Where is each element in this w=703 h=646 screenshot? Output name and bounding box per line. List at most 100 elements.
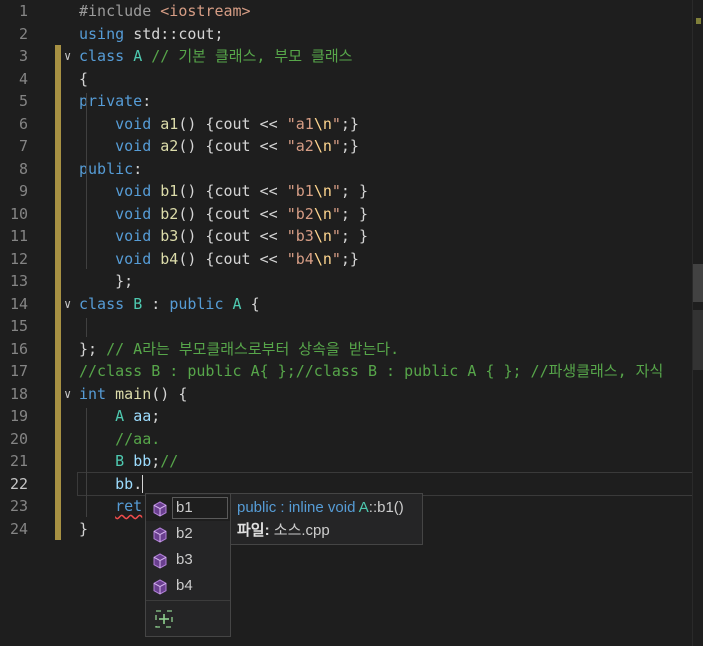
change-indicator	[55, 495, 61, 518]
code-text: {	[79, 68, 88, 91]
change-indicator	[55, 67, 61, 90]
code-line[interactable]: 13 };	[0, 270, 693, 293]
code-line[interactable]: 18 ∨ int main() {	[0, 382, 693, 406]
code-line[interactable]: 7 void a2() {cout << "a2\n";}	[0, 135, 693, 158]
code-line[interactable]: 14 ∨ class B : public A {	[0, 292, 693, 316]
code-token: \n	[313, 182, 332, 200]
code-line[interactable]: 4{	[0, 67, 693, 91]
code-editor[interactable]: 1 #include <iostream> 2 using std::cout; 3 ∨ c…	[0, 0, 703, 646]
code-text: //class B : public A{ };//class B : publ…	[79, 360, 663, 383]
code-line[interactable]: 8 public:	[0, 157, 693, 181]
code-line[interactable]: 19 A aa;	[0, 405, 693, 428]
code-token: \n	[313, 137, 332, 155]
suggest-item-b1[interactable]: b1	[146, 495, 230, 521]
indent-guide	[86, 408, 87, 517]
code-line[interactable]: 17 //class B : public A{ };//class B : pu…	[0, 360, 693, 383]
change-indicator	[55, 360, 61, 383]
line-number: 23	[9, 497, 28, 515]
code-text: void a2() {cout << "a2\n";}	[79, 135, 359, 158]
change-indicator	[55, 270, 61, 293]
suggest-item-b4[interactable]: b4	[146, 573, 230, 599]
code-token: ;}	[340, 114, 359, 133]
code-token: .	[133, 474, 143, 493]
code-line[interactable]: 21 B bb;//	[0, 450, 693, 473]
change-indicator	[55, 292, 61, 315]
line-number: 2	[18, 24, 28, 43]
code-text: void b3() {cout << "b3\n"; }	[79, 225, 368, 248]
code-token: ;}	[340, 137, 359, 155]
change-indicator	[55, 450, 61, 473]
code-line[interactable]: 1 #include <iostream>	[0, 0, 693, 23]
line-number: 1	[18, 2, 28, 20]
code-text: void b2() {cout << "b2\n"; }	[79, 203, 368, 226]
scrollbar-thumb[interactable]	[693, 264, 703, 302]
signature-access: public	[237, 499, 277, 516]
fold-chevron-icon[interactable]: ∨	[64, 293, 76, 316]
code-token: () {cout <<	[178, 227, 287, 245]
code-line[interactable]: 3 ∨ class A // 기본 클래스, 부모 클래스	[0, 45, 693, 68]
code-token: void	[115, 182, 161, 200]
suggest-item-b2[interactable]: b2	[146, 521, 230, 547]
code-line[interactable]: 11 void b3() {cout << "b3\n"; }	[0, 225, 693, 248]
fold-chevron-icon[interactable]: ∨	[64, 45, 76, 68]
code-token: public	[79, 159, 134, 178]
code-line[interactable]: 16}; // A라는 부모클래스로부터 상속을 받는다.	[0, 337, 693, 360]
code-token: };	[79, 339, 107, 358]
code-token: "b3	[286, 227, 314, 245]
code-line[interactable]: 22 bb.	[10, 471, 693, 496]
code-token: ret	[115, 497, 143, 515]
line-number: 19	[9, 407, 28, 425]
code-line[interactable]: 5 private:	[0, 90, 693, 113]
code-line[interactable]: 12 void b4() {cout << "b4\n";}	[0, 247, 693, 270]
code-text: void b1() {cout << "b1\n"; }	[79, 180, 368, 203]
code-line[interactable]: 15	[0, 315, 693, 338]
code-token: ; }	[340, 182, 368, 200]
change-indicator	[55, 180, 61, 203]
code-token: public	[169, 294, 233, 313]
code-token: b4	[160, 249, 179, 268]
suggest-item-b3[interactable]: b3	[146, 547, 230, 573]
method-cube-icon	[152, 526, 168, 543]
code-token: ;	[151, 452, 161, 470]
change-indicator	[55, 337, 61, 360]
line-number: 21	[9, 452, 28, 470]
code-token: {	[241, 294, 260, 313]
intellisense-suggest-list[interactable]: b1 b2 b3 b4	[145, 493, 231, 637]
code-line[interactable]: 10 void b2() {cout << "b2\n"; }	[0, 202, 693, 226]
vertical-scrollbar[interactable]	[692, 0, 703, 646]
line-number: 17	[9, 362, 28, 380]
code-token: class	[79, 294, 134, 313]
code-line[interactable]: 20 //aa.	[0, 427, 693, 450]
line-number: 24	[9, 519, 28, 538]
code-token: B	[115, 452, 134, 470]
code-token: "	[331, 137, 341, 155]
code-token: #include	[79, 2, 161, 20]
code-token: bb	[133, 452, 152, 470]
code-token: {	[79, 69, 89, 88]
line-number: 5	[18, 92, 28, 110]
code-token: "a2	[286, 137, 314, 155]
code-line[interactable]: 2 using std::cout;	[0, 23, 693, 46]
code-token: //	[160, 452, 179, 470]
code-token: //aa.	[115, 429, 161, 448]
add-member-icon[interactable]	[154, 609, 174, 629]
code-token: () {	[151, 384, 188, 403]
code-token: A	[133, 47, 143, 65]
code-line[interactable]: 9 void b1() {cout << "b1\n"; }	[0, 180, 693, 203]
code-line[interactable]: 6 void a1() {cout << "a1\n";}	[0, 112, 693, 136]
line-number: 13	[9, 272, 28, 290]
fold-chevron-icon[interactable]: ∨	[64, 383, 76, 406]
code-text: void a1() {cout << "a1\n";}	[79, 113, 359, 136]
line-number: 22	[9, 474, 28, 493]
method-cube-icon	[152, 500, 168, 517]
code-text: public:	[79, 158, 142, 181]
code-token: void	[115, 204, 161, 223]
method-cube-icon	[152, 578, 168, 595]
change-indicator	[55, 45, 61, 68]
code-token: private	[79, 92, 143, 110]
code-token: using	[79, 24, 134, 43]
code-text: B bb;//	[79, 450, 178, 473]
